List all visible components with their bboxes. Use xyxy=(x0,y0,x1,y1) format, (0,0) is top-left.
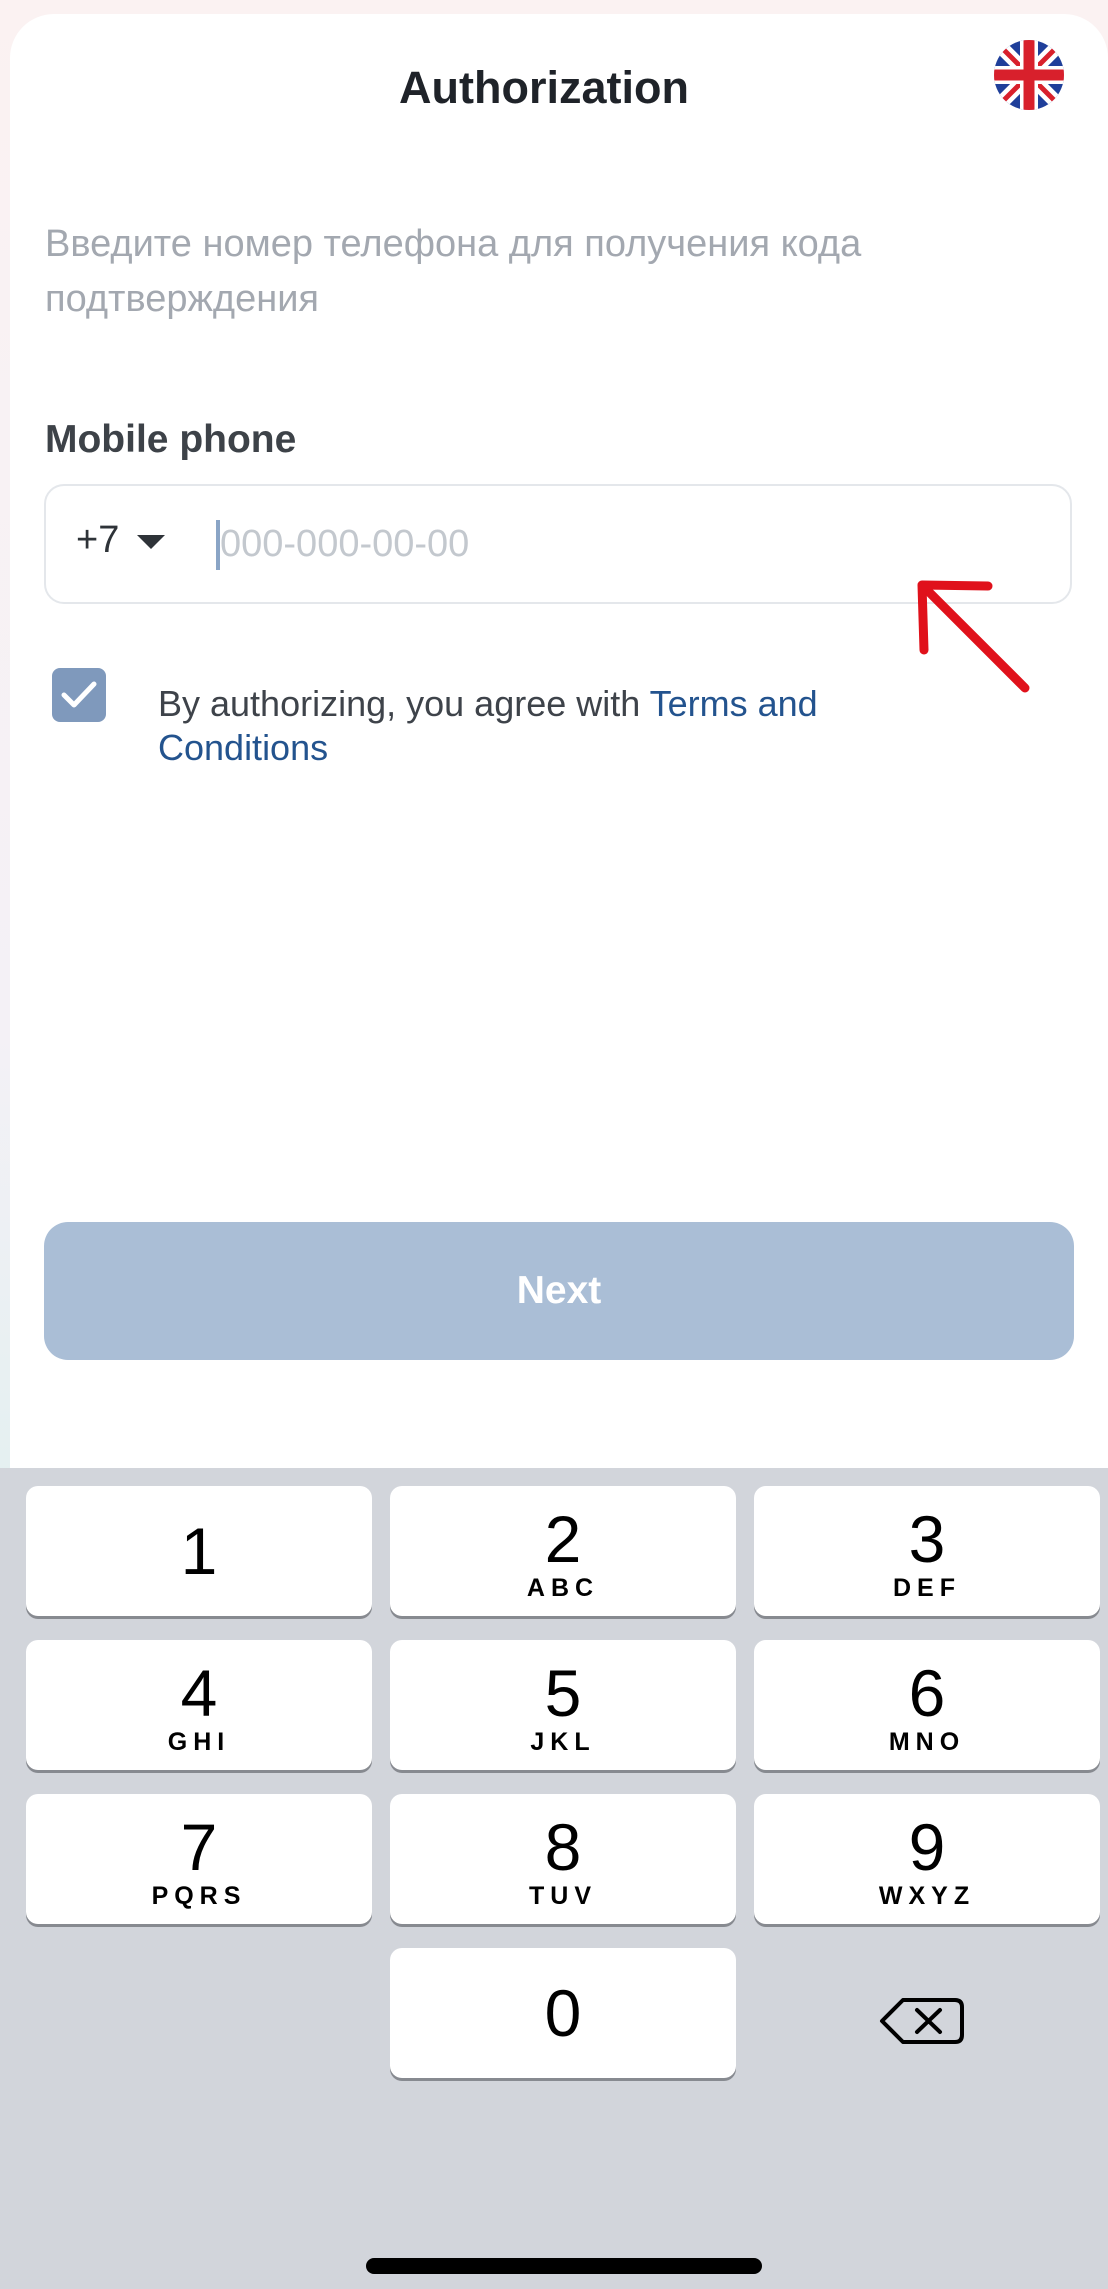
page-title: Authorization xyxy=(399,62,689,113)
key-digit: 8 xyxy=(544,1810,582,1884)
checkmark-icon xyxy=(61,681,97,708)
delete-key[interactable] xyxy=(752,1956,1098,2086)
phone-input[interactable] xyxy=(220,514,1040,574)
key-digit: 7 xyxy=(180,1810,218,1884)
key-digit: 6 xyxy=(908,1656,946,1730)
key-letters: ABC xyxy=(526,1574,600,1602)
key-digit: 4 xyxy=(180,1656,218,1730)
key-digit: 1 xyxy=(180,1514,218,1588)
backspace-icon xyxy=(880,1998,964,2044)
next-button[interactable]: Next xyxy=(44,1222,1074,1360)
key-0[interactable]: 0 xyxy=(390,1948,736,2078)
key-digit: 3 xyxy=(908,1502,946,1576)
key-9[interactable]: 9 WXYZ xyxy=(754,1794,1100,1924)
key-letters: JKL xyxy=(530,1728,596,1756)
key-letters: DEF xyxy=(893,1574,961,1602)
key-letters: PQRS xyxy=(151,1882,247,1910)
key-8[interactable]: 8 TUV xyxy=(390,1794,736,1924)
country-code-selector[interactable]: +7 xyxy=(76,519,166,562)
key-6[interactable]: 6 MNO xyxy=(754,1640,1100,1770)
agreement-label: By authorizing, you agree with xyxy=(158,683,650,724)
uk-flag-icon[interactable] xyxy=(994,40,1064,110)
phone-label: Mobile phone xyxy=(45,418,297,461)
key-digit: 2 xyxy=(544,1502,582,1576)
key-letters: GHI xyxy=(167,1728,231,1756)
key-5[interactable]: 5 JKL xyxy=(390,1640,736,1770)
agreement-text: By authorizing, you agree with Terms and… xyxy=(158,682,858,770)
key-1[interactable]: 1 xyxy=(26,1486,372,1616)
key-4[interactable]: 4 GHI xyxy=(26,1640,372,1770)
key-digit: 0 xyxy=(544,1976,582,2050)
key-letters: WXYZ xyxy=(878,1882,976,1910)
country-code: +7 xyxy=(76,519,120,561)
key-digit: 9 xyxy=(908,1810,946,1884)
key-3[interactable]: 3 DEF xyxy=(754,1486,1100,1616)
home-indicator xyxy=(366,2258,762,2274)
key-7[interactable]: 7 PQRS xyxy=(26,1794,372,1924)
red-arrow-icon xyxy=(917,580,1030,693)
key-letters: TUV xyxy=(529,1882,597,1910)
key-digit: 5 xyxy=(544,1656,582,1730)
numeric-keyboard: 1 2 ABC 3 DEF 4 GHI 5 JKL 6 MNO 7 PQRS 8… xyxy=(0,1468,1108,2289)
key-letters: MNO xyxy=(888,1728,966,1756)
instruction-text: Введите номер телефона для получения код… xyxy=(45,223,862,320)
caret-down-icon xyxy=(137,534,166,549)
key-2[interactable]: 2 ABC xyxy=(390,1486,736,1616)
agreement-checkbox[interactable] xyxy=(52,668,106,722)
